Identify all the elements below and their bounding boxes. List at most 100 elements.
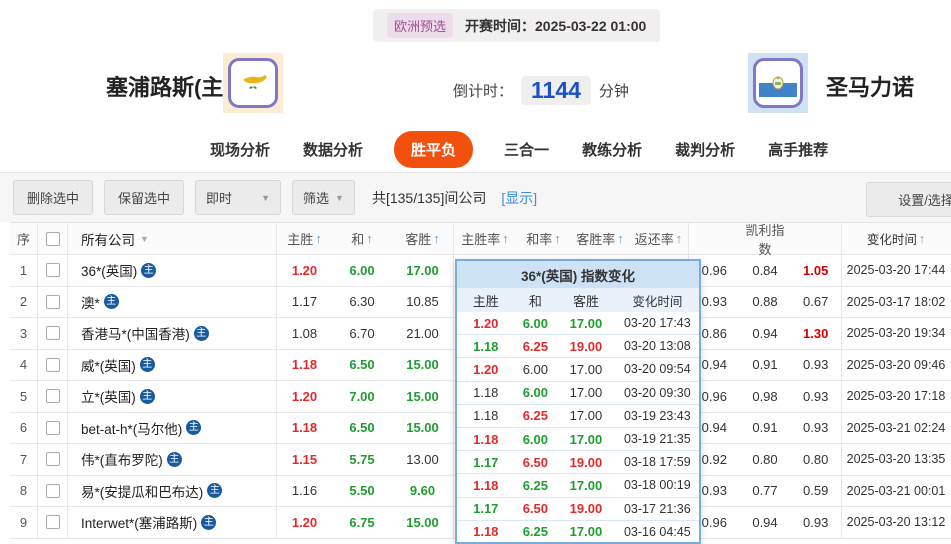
tab-裁判分析[interactable]: 裁判分析 (673, 131, 737, 168)
cyprus-flag-svg (234, 69, 272, 97)
kickoff-value: 2025-03-22 01:00 (535, 17, 647, 34)
popup-header-draw: 和 (528, 293, 542, 309)
change-time: 2025-03-21 02:24 (846, 420, 946, 435)
row-checkbox[interactable] (45, 515, 60, 530)
sort-asc-icon[interactable]: ↑ (617, 231, 624, 246)
kelly-index: 0.92 0.80 0.80 (689, 444, 842, 475)
select-all-checkbox[interactable] (45, 231, 60, 246)
row-checkbox[interactable] (45, 326, 60, 341)
popup-change-time: 03-18 00:19 (623, 478, 691, 493)
away-odds: 9.60 (392, 475, 454, 506)
company-name[interactable]: 威*(英国) 主 (68, 349, 277, 380)
kelly-value: 0.80 (752, 451, 778, 467)
time-mode-select[interactable]: 即时 ▼ (195, 180, 282, 215)
kelly-value: 1.05 (803, 262, 829, 278)
row-checkbox-cell (38, 286, 68, 317)
delete-selected-button[interactable]: 删除选中 (13, 180, 94, 215)
kickoff-time: 开赛时间：2025-03-22 01:00 (465, 16, 646, 36)
sort-asc-icon[interactable]: ↑ (433, 231, 440, 246)
popup-home-odds: 1.18 (473, 385, 499, 401)
row-checkbox[interactable] (45, 357, 60, 372)
sort-asc-icon[interactable]: ↑ (554, 231, 561, 246)
header-home-rate[interactable]: 主胜率 ↑ (454, 223, 516, 254)
change-time: 2025-03-20 17:44 (846, 263, 946, 278)
kelly-index: 0.96 0.98 0.93 (689, 381, 842, 412)
company-count: 共[135/135]间公司 (371, 189, 487, 206)
popup-change-time: 03-20 13:08 (623, 339, 691, 354)
header-company-label: 所有公司 (81, 232, 135, 248)
change-time: 2025-03-20 19:34 (846, 326, 946, 341)
sort-asc-icon[interactable]: ↑ (315, 231, 322, 246)
row-checkbox-cell (38, 318, 68, 349)
row-checkbox-cell (38, 444, 68, 475)
company-name[interactable]: 易*(安提瓜和巴布达) 主 (68, 475, 277, 506)
header-draw-rate[interactable]: 和率 ↑ (516, 223, 571, 254)
kelly-index: 0.86 0.94 1.30 (689, 318, 842, 349)
tab-胜平负[interactable]: 胜平负 (394, 131, 474, 168)
home-odds: 1.16 (291, 483, 318, 499)
popup-change-time: 03-16 04:45 (623, 524, 691, 539)
home-company-badge-icon: 主 (139, 357, 155, 373)
settings-select-button[interactable]: 设置/选择 (866, 182, 951, 217)
away-odds: 15.00 (392, 412, 454, 443)
popup-home-odds: 1.20 (473, 315, 499, 331)
tab-高手推荐[interactable]: 高手推荐 (766, 131, 830, 168)
row-checkbox[interactable] (45, 263, 60, 278)
away-team-name: 圣马力诺 (826, 75, 915, 100)
countdown-label: 倒计时： (453, 83, 514, 100)
row-seq: 5 (10, 381, 38, 412)
kelly-index: 0.93 0.88 0.67 (689, 286, 842, 317)
popup-header-time: 变化时间 (632, 294, 683, 309)
row-checkbox[interactable] (45, 389, 60, 404)
company-name[interactable]: 香港马*(中国香港) 主 (68, 318, 277, 349)
kelly-value: 0.93 (803, 420, 829, 436)
sort-asc-icon[interactable]: ↑ (366, 231, 373, 246)
tab-三合一[interactable]: 三合一 (502, 131, 551, 168)
sort-asc-icon[interactable]: ↑ (676, 231, 683, 246)
row-checkbox[interactable] (45, 294, 60, 309)
company-name[interactable]: 澳* 主 (68, 286, 277, 317)
header-draw[interactable]: 和 ↑ (332, 223, 392, 254)
row-checkbox[interactable] (45, 420, 60, 435)
away-odds: 21.00 (392, 318, 454, 349)
company-name[interactable]: bet-at-h*(马尔他) 主 (68, 412, 277, 443)
tab-教练分析[interactable]: 教练分析 (580, 131, 644, 168)
draw-odds: 6.30 (349, 294, 375, 310)
company-name[interactable]: 立*(英国) 主 (68, 381, 277, 412)
popup-row: 1.20 6.00 17.00 03-20 09:54 (457, 358, 699, 382)
chevron-down-icon: ▼ (261, 192, 271, 203)
sort-asc-icon[interactable]: ↑ (919, 232, 925, 246)
header-home-win[interactable]: 主胜 ↑ (277, 223, 332, 254)
draw-odds: 6.50 (349, 420, 375, 436)
show-link[interactable]: [显示] (501, 188, 537, 208)
draw-odds: 6.75 (349, 514, 375, 530)
header-away-rate[interactable]: 客胜率 ↑ (571, 223, 629, 254)
keep-selected-button[interactable]: 保留选中 (104, 180, 185, 215)
header-select-all[interactable] (38, 223, 68, 254)
header-return-rate[interactable]: 返还率 ↑ (629, 223, 689, 254)
home-company-badge-icon: 主 (186, 420, 202, 436)
kelly-index: 0.94 0.91 0.93 (689, 412, 842, 443)
row-checkbox-cell (38, 412, 68, 443)
header-company[interactable]: 所有公司 ▼ (68, 223, 277, 254)
row-seq: 8 (10, 475, 38, 506)
popup-away-odds: 19.00 (569, 454, 603, 470)
header-change-time[interactable]: 变化时间 ↑ (842, 223, 950, 254)
popup-draw-odds: 6.25 (522, 338, 549, 354)
company-filter-icon[interactable]: ▼ (140, 234, 149, 244)
popup-away-odds: 19.00 (569, 501, 603, 517)
filter-select[interactable]: 筛选 ▼ (292, 180, 355, 215)
company-name[interactable]: 36*(英国) 主 (68, 255, 277, 286)
row-checkbox[interactable] (45, 452, 60, 467)
tab-数据分析[interactable]: 数据分析 (301, 131, 365, 168)
sort-asc-icon[interactable]: ↑ (502, 231, 509, 246)
filter-label: 筛选 (303, 191, 330, 206)
tab-现场分析[interactable]: 现场分析 (208, 131, 272, 168)
header-away-win[interactable]: 客胜 ↑ (392, 223, 454, 254)
row-seq: 7 (10, 444, 38, 475)
header-return-rate-label: 返还率 (634, 232, 674, 247)
popup-home-odds: 1.17 (473, 501, 499, 517)
company-name[interactable]: Interwet*(塞浦路斯) 主 (68, 507, 277, 538)
company-name[interactable]: 伟*(直布罗陀) 主 (68, 444, 277, 475)
row-checkbox[interactable] (45, 483, 60, 498)
